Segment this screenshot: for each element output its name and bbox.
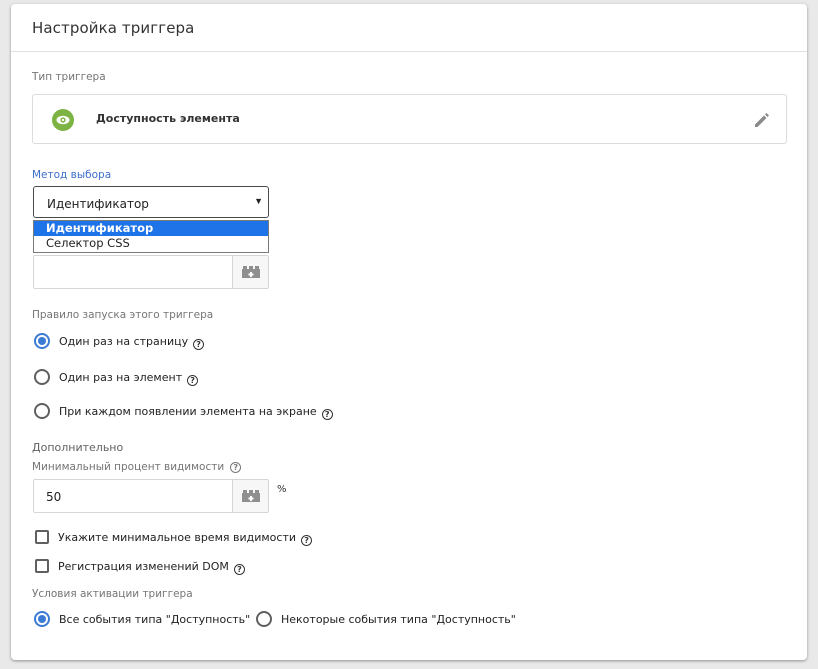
card-title: Настройка триггера	[32, 19, 195, 37]
help-icon[interactable]: ?	[233, 563, 245, 575]
activation-option-label: Все события типа "Доступность"	[59, 612, 251, 626]
trigger-config-card: Настройка триггера Тип триггера Доступно…	[11, 4, 807, 660]
selection-method-label: Метод выбора	[32, 169, 112, 181]
variable-brick-icon	[241, 490, 260, 502]
trigger-type-label: Тип триггера	[32, 71, 106, 83]
variable-brick-icon	[241, 266, 260, 278]
min-time-checkbox-row[interactable]: Укажите минимальное время видимости ?	[35, 530, 313, 546]
trigger-type-box[interactable]: Доступность элемента	[32, 94, 787, 144]
pencil-icon[interactable]	[752, 110, 772, 130]
radio-all-events[interactable]	[34, 611, 50, 627]
element-id-input[interactable]	[33, 255, 269, 289]
variable-picker-button[interactable]	[232, 256, 268, 288]
help-icon[interactable]: ?	[230, 461, 242, 473]
help-icon[interactable]: ?	[187, 374, 199, 386]
radio-every-time[interactable]	[34, 403, 50, 419]
activation-option-all[interactable]: Все события типа "Доступность"	[34, 611, 250, 627]
dropdown-arrow-icon: ▼	[254, 196, 263, 206]
checkbox-label: Укажите минимальное время видимости	[58, 530, 297, 544]
activation-option-some[interactable]: Некоторые события типа "Доступность"	[256, 611, 516, 627]
fire-rule-option-label: При каждом появлении элемента на экране	[59, 404, 317, 418]
trigger-type-name: Доступность элемента	[96, 112, 240, 125]
title-divider	[11, 51, 807, 52]
dom-changes-checkbox[interactable]	[35, 559, 49, 573]
activation-option-label: Некоторые события типа "Доступность"	[281, 612, 516, 626]
radio-per-element[interactable]	[34, 369, 50, 385]
fire-rule-option-per-page[interactable]: Один раз на страницу ?	[34, 333, 205, 350]
selection-method-dropdown: Идентификатор Селектор CSS	[33, 220, 269, 253]
dropdown-option-id[interactable]: Идентификатор	[34, 221, 268, 236]
variable-picker-button[interactable]	[232, 480, 268, 512]
eye-icon	[52, 109, 74, 131]
dom-changes-checkbox-row[interactable]: Регистрация изменений DOM ?	[35, 559, 245, 575]
help-icon[interactable]: ?	[193, 338, 205, 350]
fire-rule-option-every-time[interactable]: При каждом появлении элемента на экране …	[34, 403, 333, 420]
advanced-heading: Дополнительно	[32, 441, 124, 454]
fire-rule-label: Правило запуска этого триггера	[32, 309, 214, 321]
selection-method-value: Идентификатор	[47, 197, 149, 211]
min-visibility-value: 50	[46, 490, 62, 504]
min-visibility-label-row: Минимальный процент видимости ?	[32, 461, 242, 473]
min-visibility-label: Минимальный процент видимости	[32, 461, 225, 473]
activation-label: Условия активации триггера	[32, 588, 193, 600]
radio-some-events[interactable]	[256, 611, 272, 627]
min-visibility-input[interactable]: 50	[33, 479, 269, 513]
dropdown-option-css[interactable]: Селектор CSS	[34, 236, 268, 251]
help-icon[interactable]: ?	[301, 534, 313, 546]
help-icon[interactable]: ?	[321, 408, 333, 420]
fire-rule-option-label: Один раз на страницу	[59, 334, 189, 348]
selection-method-select[interactable]: Идентификатор ▼	[33, 186, 269, 218]
checkbox-label: Регистрация изменений DOM	[58, 559, 229, 573]
fire-rule-option-label: Один раз на элемент	[59, 370, 183, 384]
radio-per-page[interactable]	[34, 333, 50, 349]
min-time-checkbox[interactable]	[35, 530, 49, 544]
percent-sign: %	[277, 484, 287, 495]
fire-rule-option-per-element[interactable]: Один раз на элемент ?	[34, 369, 199, 386]
